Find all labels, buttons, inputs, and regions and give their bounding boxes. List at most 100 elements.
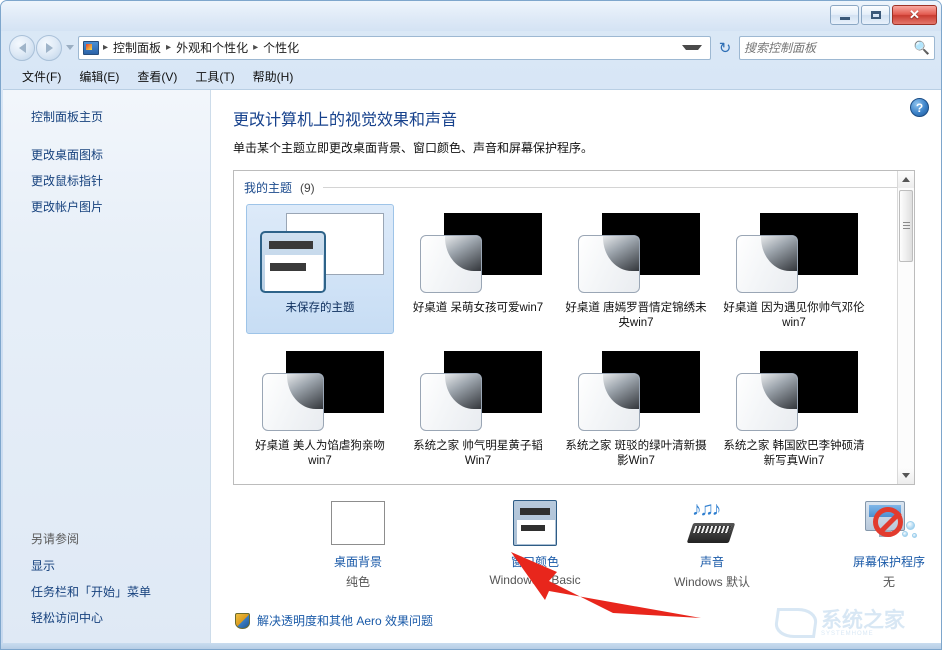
see-also-item-taskbar-start-menu[interactable]: 任务栏和「开始」菜单 [3, 579, 210, 605]
address-chevron-down-icon[interactable] [682, 45, 702, 50]
menu-help[interactable]: 帮助(H) [246, 65, 301, 88]
option-label[interactable]: 桌面背景 [334, 553, 382, 570]
search-box[interactable]: 🔍 [739, 36, 935, 60]
sidebar-item-change-desktop-icons[interactable]: 更改桌面图标 [3, 142, 210, 168]
chevron-up-icon [902, 177, 910, 182]
help-icon[interactable]: ? [910, 98, 929, 117]
theme-item[interactable]: 系统之家 韩国欧巴李钟硕清新写真Win7 [720, 342, 868, 472]
maximize-button[interactable] [861, 5, 890, 25]
theme-thumbnail [568, 347, 704, 435]
theme-window-preview [578, 373, 640, 431]
theme-item[interactable]: 好桌道 美人为馅虐狗亲吻win7 [246, 342, 394, 472]
theme-label: 未保存的主题 [249, 301, 391, 316]
breadcrumb[interactable]: ▸ 控制面板 ▸ 外观和个性化 ▸ 个性化 [78, 36, 711, 60]
theme-item[interactable]: 系统之家 帅气明星黄子韬Win7 [404, 342, 552, 472]
menu-tools[interactable]: 工具(T) [188, 65, 241, 88]
chevron-down-icon [902, 473, 910, 478]
option-icon-wrap [861, 499, 917, 547]
theme-thumbnail [252, 209, 388, 297]
scroll-down-button[interactable] [898, 467, 914, 484]
aero-troubleshoot-row: 解决透明度和其他 Aero 效果问题 [233, 612, 941, 629]
search-input[interactable] [744, 41, 914, 55]
option-label[interactable]: 屏幕保护程序 [853, 553, 925, 570]
theme-item[interactable]: 好桌道 呆萌女孩可爱win7 [404, 204, 552, 334]
maximize-icon [871, 11, 881, 19]
back-button[interactable] [9, 35, 35, 61]
breadcrumb-item-1[interactable]: 外观和个性化 [173, 37, 251, 58]
back-arrow-icon [19, 43, 26, 53]
theme-group-count: (9) [300, 181, 315, 195]
close-button[interactable]: ✕ [892, 5, 937, 25]
theme-item[interactable]: 未保存的主题 [246, 204, 394, 334]
sidebar-item-change-account-picture[interactable]: 更改帐户图片 [3, 194, 210, 220]
option-label[interactable]: 窗口颜色 [511, 553, 559, 570]
sidebar-item-control-panel-home[interactable]: 控制面板主页 [3, 104, 210, 130]
theme-label: 好桌道 唐嫣罗晋情定锦绣未央win7 [565, 301, 707, 331]
content-pane: ? 更改计算机上的视觉效果和声音 单击某个主题立即更改桌面背景、窗口颜色、声音和… [211, 90, 941, 647]
menu-view[interactable]: 查看(V) [130, 65, 184, 88]
menu-file[interactable]: 文件(F) [15, 65, 68, 88]
option-label[interactable]: 声音 [700, 553, 724, 570]
option-window-color[interactable]: 窗口颜色 Windows 7 Basic [450, 499, 620, 590]
theme-thumbnail [726, 347, 862, 435]
theme-window-preview [736, 235, 798, 293]
option-icon-wrap [330, 499, 386, 547]
theme-label: 系统之家 韩国欧巴李钟硕清新写真Win7 [723, 439, 865, 469]
theme-window-preview [578, 235, 640, 293]
theme-item[interactable]: 好桌道 因为遇见你帅气邓伦win7 [720, 204, 868, 334]
scroll-up-button[interactable] [898, 171, 914, 188]
theme-thumbnail [252, 347, 388, 435]
refresh-button[interactable]: ↻ [714, 36, 736, 60]
theme-label: 系统之家 斑驳的绿叶清新摄影Win7 [565, 439, 707, 469]
theme-thumbnail [568, 209, 704, 297]
theme-window-preview [260, 231, 326, 293]
option-value: Windows 默认 [674, 573, 750, 590]
breadcrumb-item-2[interactable]: 个性化 [260, 37, 302, 58]
see-also-item-display[interactable]: 显示 [3, 553, 210, 579]
forward-button[interactable] [36, 35, 62, 61]
minimize-button[interactable] [830, 5, 859, 25]
option-screensaver[interactable]: 屏幕保护程序无 [804, 499, 941, 590]
breadcrumb-item-0[interactable]: 控制面板 [110, 37, 164, 58]
see-also-item-ease-of-access-center[interactable]: 轻松访问中心 [3, 605, 210, 631]
option-icon-wrap [507, 499, 563, 547]
theme-window-preview [262, 373, 324, 431]
breadcrumb-separator-1: ▸ [164, 42, 173, 53]
address-bar: ▸ 控制面板 ▸ 外观和个性化 ▸ 个性化 ↻ 🔍 [1, 31, 942, 64]
option-value: 无 [883, 573, 895, 590]
minimize-icon [840, 17, 850, 20]
option-icon-wrap: ♪♫♪ [684, 499, 740, 547]
see-also-title: 另请参阅 [3, 526, 210, 553]
forward-arrow-icon [46, 43, 53, 53]
sidebar-item-change-mouse-pointers[interactable]: 更改鼠标指针 [3, 168, 210, 194]
option-value: Windows 7 Basic [489, 573, 580, 587]
menu-bar: 文件(F) 编辑(E) 查看(V) 工具(T) 帮助(H) [1, 64, 942, 89]
theme-window-preview-bar1 [269, 241, 313, 249]
sidebar-gap [3, 130, 210, 142]
shield-icon [235, 613, 250, 629]
window-body: 控制面板主页 更改桌面图标 更改鼠标指针 更改帐户图片 另请参阅 显示 任务栏和… [3, 89, 941, 647]
window-bottom-edge [1, 643, 942, 649]
desktop-background-icon [331, 501, 385, 545]
theme-label: 好桌道 美人为馅虐狗亲吻win7 [249, 439, 391, 469]
personalization-options: 桌面背景纯色窗口颜色 Windows 7 Basic ♪♫♪ 声音 Windows 默认… [233, 499, 941, 590]
option-sound[interactable]: ♪♫♪ 声音 Windows 默认 [627, 499, 797, 590]
navigation-buttons [9, 35, 78, 61]
control-panel-icon [83, 41, 99, 55]
theme-group-header: 我的主题 (9) [234, 171, 914, 200]
breadcrumb-separator-0: ▸ [101, 42, 110, 53]
aero-troubleshoot-link[interactable]: 解决透明度和其他 Aero 效果问题 [257, 612, 433, 629]
search-icon: 🔍 [914, 40, 930, 56]
theme-window-preview-page [265, 255, 323, 291]
menu-edit[interactable]: 编辑(E) [72, 65, 126, 88]
recent-pages-chevron-down-icon[interactable] [66, 45, 74, 50]
scrollbar-thumb[interactable] [899, 190, 913, 262]
theme-window-preview [420, 373, 482, 431]
theme-item[interactable]: 好桌道 唐嫣罗晋情定锦绣未央win7 [562, 204, 710, 334]
gallery-scrollbar[interactable] [897, 171, 914, 484]
sound-icon: ♪♫♪ [684, 499, 740, 547]
theme-window-preview [736, 373, 798, 431]
option-desktop-background[interactable]: 桌面背景纯色 [273, 499, 443, 590]
theme-item[interactable]: 系统之家 斑驳的绿叶清新摄影Win7 [562, 342, 710, 472]
theme-window-preview-bar2 [270, 263, 306, 271]
